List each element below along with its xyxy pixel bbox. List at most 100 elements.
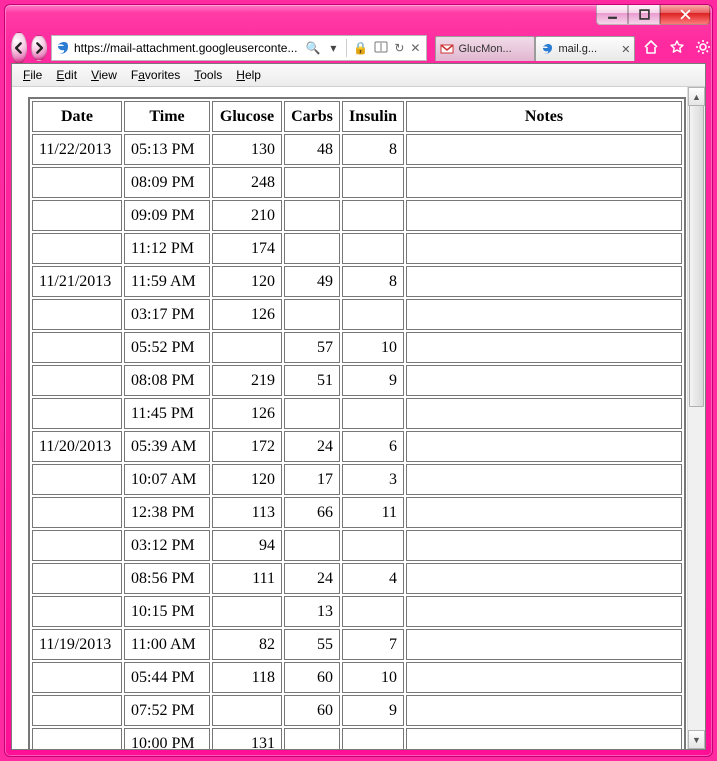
minimize-button[interactable] — [596, 4, 628, 25]
cell-glucose: 219 — [212, 365, 282, 396]
ie-icon — [540, 42, 554, 56]
cell-notes — [406, 563, 682, 594]
table-row: 11/19/201311:00 AM82557 — [32, 629, 682, 660]
compat-icon[interactable] — [374, 41, 388, 56]
cell-date: 11/21/2013 — [32, 266, 122, 297]
cell-date: 11/19/2013 — [32, 629, 122, 660]
cell-date — [32, 497, 122, 528]
refresh-icon[interactable]: ↻ — [394, 41, 404, 55]
cell-carbs — [284, 728, 340, 749]
menu-help[interactable]: Help — [229, 66, 268, 84]
search-icon[interactable]: 🔍 — [305, 41, 320, 55]
cell-insulin: 8 — [342, 266, 404, 297]
cell-notes — [406, 233, 682, 264]
maximize-button[interactable] — [628, 4, 660, 25]
scroll-up-button[interactable]: ▲ — [688, 87, 705, 106]
cell-notes — [406, 134, 682, 165]
cell-carbs: 51 — [284, 365, 340, 396]
cell-time: 08:08 PM — [124, 365, 210, 396]
separator — [346, 39, 347, 57]
cell-carbs — [284, 398, 340, 429]
cell-insulin: 10 — [342, 332, 404, 363]
cell-carbs: 24 — [284, 431, 340, 462]
scroll-thumb[interactable] — [689, 105, 704, 407]
menu-bar: FileEditViewFavoritesToolsHelp — [12, 64, 705, 87]
cell-date — [32, 563, 122, 594]
lock-icon: 🔒 — [353, 41, 368, 55]
home-icon[interactable] — [643, 39, 659, 58]
cell-insulin: 7 — [342, 629, 404, 660]
cell-date — [32, 728, 122, 749]
cell-insulin — [342, 200, 404, 231]
cell-insulin — [342, 530, 404, 561]
cell-time: 11:12 PM — [124, 233, 210, 264]
cell-glucose: 174 — [212, 233, 282, 264]
cell-insulin: 3 — [342, 464, 404, 495]
cell-time: 12:38 PM — [124, 497, 210, 528]
cell-time: 10:15 PM — [124, 596, 210, 627]
cell-time: 07:52 PM — [124, 695, 210, 726]
cell-date: 11/22/2013 — [32, 134, 122, 165]
table-row: 08:08 PM219519 — [32, 365, 682, 396]
tab-mail[interactable]: mail.g... ✕ — [535, 36, 635, 61]
cell-time: 08:09 PM — [124, 167, 210, 198]
table-row: 08:56 PM111244 — [32, 563, 682, 594]
back-button[interactable] — [11, 32, 27, 64]
vertical-scrollbar[interactable]: ▲ ▼ — [687, 87, 705, 749]
content-area: DateTimeGlucoseCarbsInsulinNotes 11/22/2… — [12, 87, 705, 749]
favorites-icon[interactable] — [669, 39, 685, 58]
menu-edit[interactable]: Edit — [49, 66, 84, 84]
tab-label: mail.g... — [558, 43, 617, 55]
cell-notes — [406, 596, 682, 627]
cell-glucose: 94 — [212, 530, 282, 561]
cell-glucose: 126 — [212, 299, 282, 330]
document-page: DateTimeGlucoseCarbsInsulinNotes 11/22/2… — [12, 87, 687, 749]
tools-icon[interactable] — [695, 39, 711, 58]
cell-carbs: 57 — [284, 332, 340, 363]
stop-icon[interactable]: ✕ — [410, 41, 420, 55]
cell-insulin: 10 — [342, 662, 404, 693]
table-row: 10:15 PM13 — [32, 596, 682, 627]
titlebar[interactable] — [5, 5, 712, 33]
menu-file[interactable]: File — [16, 66, 49, 84]
cell-notes — [406, 695, 682, 726]
cell-time: 08:56 PM — [124, 563, 210, 594]
cell-glucose: 113 — [212, 497, 282, 528]
table-row: 09:09 PM210 — [32, 200, 682, 231]
cell-carbs: 49 — [284, 266, 340, 297]
gmail-icon — [440, 42, 454, 56]
cell-insulin: 9 — [342, 695, 404, 726]
cell-date — [32, 365, 122, 396]
cell-carbs: 60 — [284, 695, 340, 726]
tab-label: GlucMon... — [458, 43, 530, 55]
cell-time: 05:39 AM — [124, 431, 210, 462]
menu-view[interactable]: View — [84, 66, 124, 84]
menu-tools[interactable]: Tools — [187, 66, 229, 84]
cell-time: 03:17 PM — [124, 299, 210, 330]
cell-date — [32, 200, 122, 231]
cell-insulin: 9 — [342, 365, 404, 396]
cell-time: 11:59 AM — [124, 266, 210, 297]
scroll-down-button[interactable]: ▼ — [688, 730, 705, 749]
cell-time: 05:52 PM — [124, 332, 210, 363]
cell-carbs: 55 — [284, 629, 340, 660]
menu-avorites[interactable]: Favorites — [124, 66, 187, 84]
cell-carbs: 66 — [284, 497, 340, 528]
browser-window: https://mail-attachment.googleuserconte.… — [4, 4, 713, 757]
cell-date — [32, 167, 122, 198]
table-row: 10:00 PM131 — [32, 728, 682, 749]
tab-glucmon[interactable]: GlucMon... — [435, 36, 535, 61]
minimize-icon — [607, 9, 618, 20]
search-dropdown-icon[interactable]: ▾ — [326, 41, 340, 55]
table-row: 05:52 PM 5710 — [32, 332, 682, 363]
table-row: 12:38 PM1136611 — [32, 497, 682, 528]
cell-insulin — [342, 233, 404, 264]
cell-date: 11/20/2013 — [32, 431, 122, 462]
table-row: 11:12 PM174 — [32, 233, 682, 264]
cell-carbs: 24 — [284, 563, 340, 594]
cell-carbs — [284, 167, 340, 198]
tab-close-icon[interactable]: ✕ — [621, 43, 630, 56]
close-button[interactable] — [660, 4, 710, 25]
address-bar[interactable]: https://mail-attachment.googleuserconte.… — [51, 35, 427, 61]
forward-button[interactable] — [31, 35, 47, 61]
